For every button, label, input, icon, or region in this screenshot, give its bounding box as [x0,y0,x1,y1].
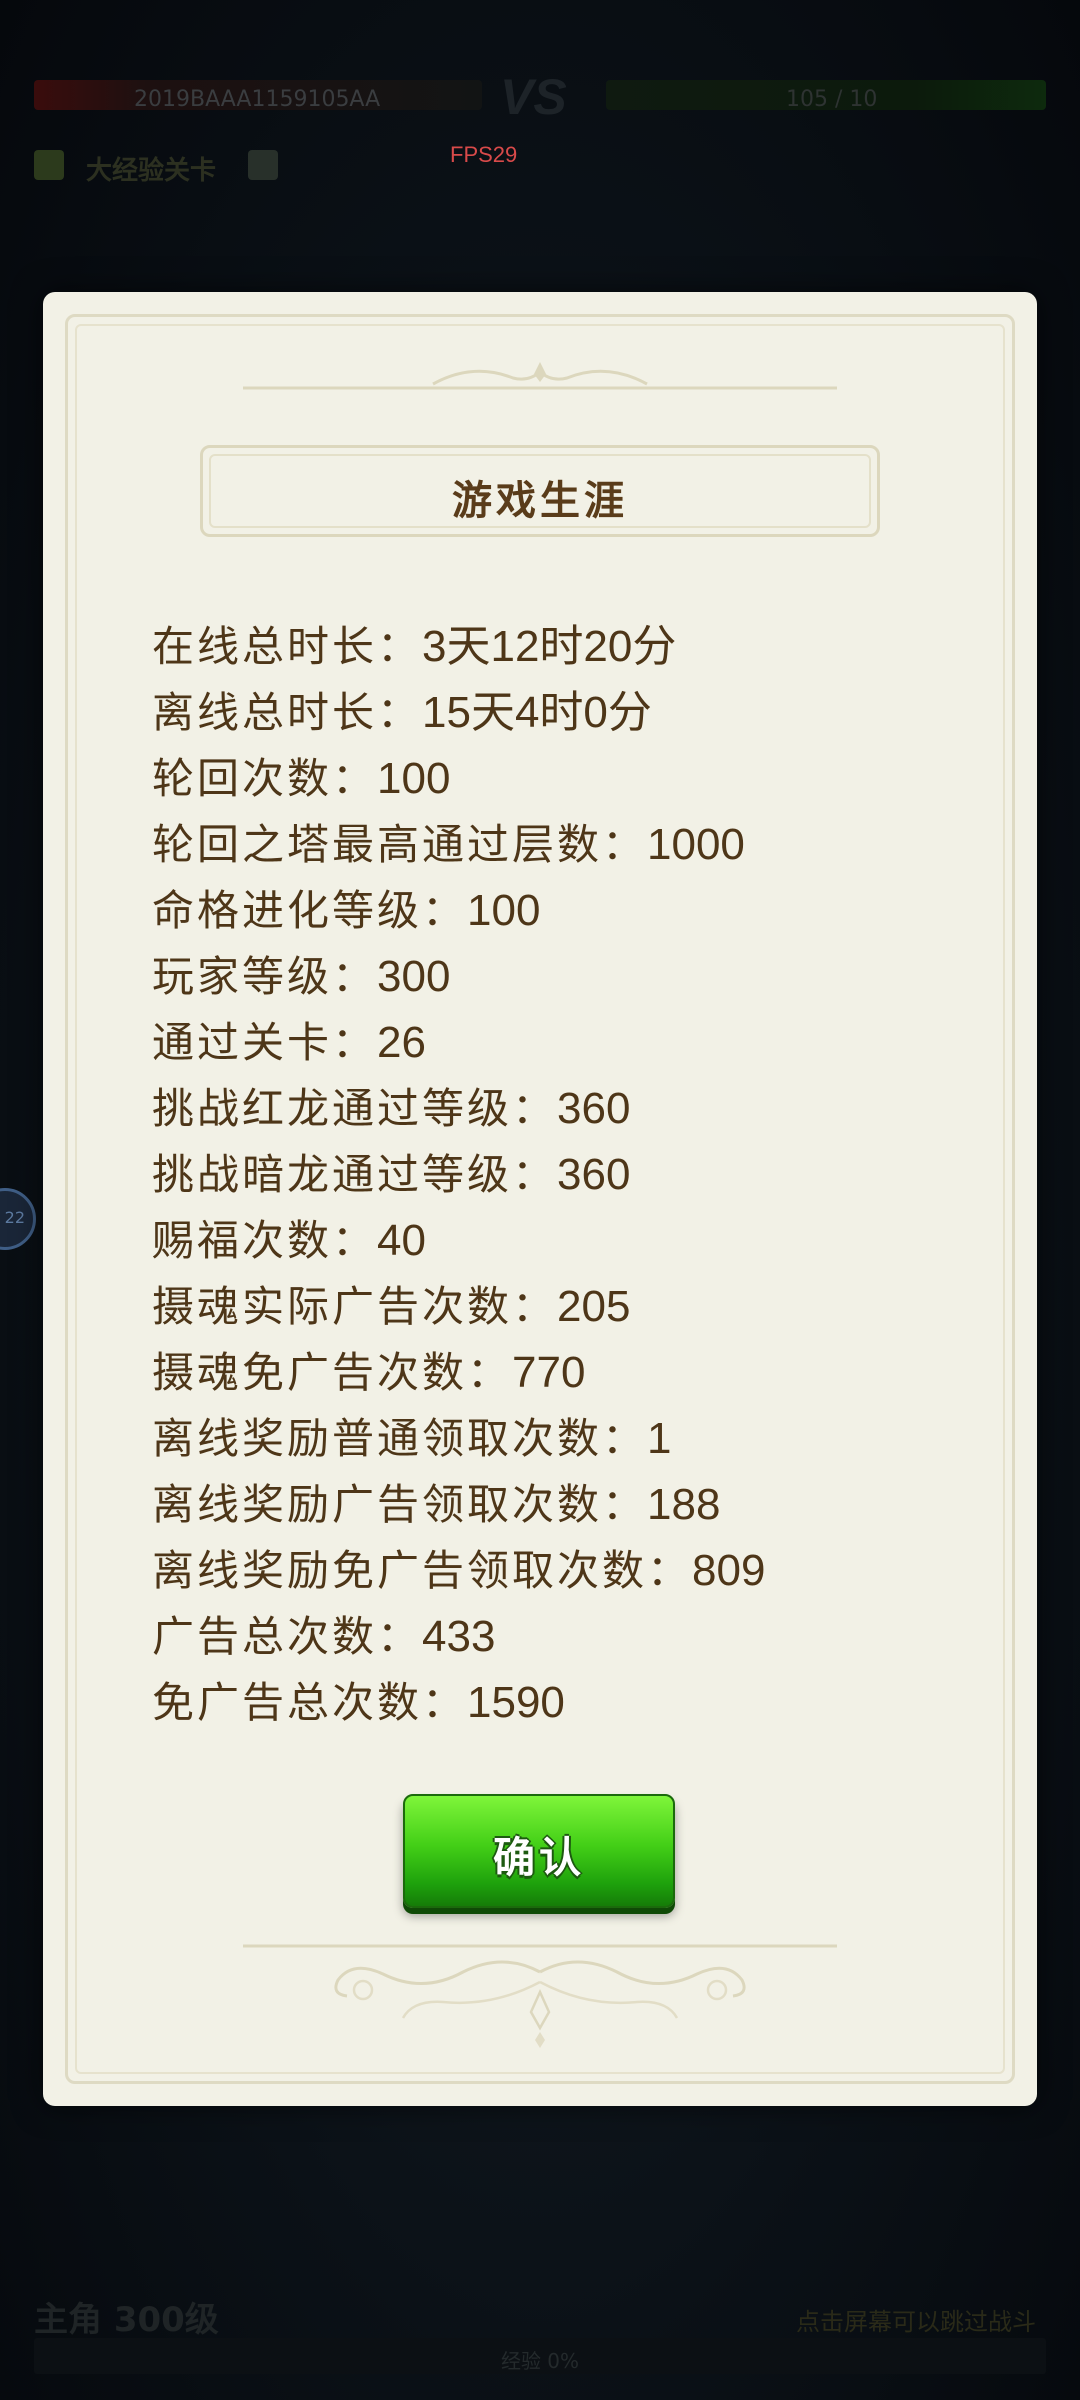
stat-offline-ad-claims: 离线奖励广告领取次数：188 [152,1472,765,1538]
stat-total-ad-free: 免广告总次数：1590 [152,1670,765,1736]
stat-soul-ad-free-count: 摄魂免广告次数：770 [152,1340,765,1406]
stat-value: 360 [557,1084,631,1133]
stat-label: 挑战红龙通过等级： [152,1084,558,1133]
stat-value: 1 [647,1414,672,1463]
stat-offline-normal-claims: 离线奖励普通领取次数：1 [152,1406,765,1472]
fps-counter: FPS29 [450,142,518,167]
stat-label: 在线总时长： [152,622,423,671]
stage-info-icon [248,150,278,180]
stat-label: 赐福次数： [152,1216,378,1265]
exp-bar: 经验 0% [34,2338,1046,2374]
stat-label: 广告总次数： [152,1612,423,1661]
stat-label: 离线奖励广告领取次数： [152,1480,648,1529]
battle-top-bar: 2019BAAA1159105AA VS 105 / 10 [34,69,1046,125]
stat-value: 809 [692,1546,766,1595]
stat-label: 轮回之塔最高通过层数： [152,820,648,869]
stat-tower-max-floor: 轮回之塔最高通过层数：1000 [152,812,765,878]
stats-list: 在线总时长：3天12时20分 离线总时长：15天4时0分 轮回次数：100 轮回… [152,614,765,1736]
stat-label: 挑战暗龙通过等级： [152,1150,558,1199]
career-dialog: 游戏生涯 在线总时长：3天12时20分 离线总时长：15天4时0分 轮回次数：1… [43,292,1037,2106]
stat-value: 1000 [647,820,745,869]
stat-value: 1590 [467,1678,565,1727]
side-badge-number: 22 [4,1208,25,1227]
side-badge: 22 [0,1188,36,1250]
title-box: 游戏生涯 [200,445,880,537]
stat-value: 433 [422,1612,496,1661]
stat-label: 摄魂实际广告次数： [152,1282,558,1331]
stat-offline-time: 离线总时长：15天4时0分 [152,680,765,746]
stat-value: 360 [557,1150,631,1199]
stage-label: 大经验关卡 [86,156,217,186]
vs-label: VS [500,69,567,125]
confirm-button[interactable]: 确认 [403,1794,675,1908]
stat-label: 离线奖励普通领取次数： [152,1414,648,1463]
stat-online-time: 在线总时长：3天12时20分 [152,614,765,680]
stat-value: 205 [557,1282,631,1331]
opponent-hp-text: 105 / 10 [786,87,878,112]
stat-label: 轮回次数： [152,754,378,803]
stat-total-ads: 广告总次数：433 [152,1604,765,1670]
player-hp-bar: 2019BAAA1159105AA [34,80,482,112]
exp-bar-text: 经验 0% [500,2349,580,2373]
stat-value: 100 [467,886,541,935]
stat-stages-cleared: 通过关卡：26 [152,1010,765,1076]
stat-reincarnation-count: 轮回次数：100 [152,746,765,812]
stat-label: 通过关卡： [152,1018,378,1067]
stat-value: 40 [377,1216,426,1265]
stat-value: 3天12时20分 [422,622,677,671]
confirm-button-label: 确认 [492,1833,585,1882]
opponent-hp-bar: 105 / 10 [606,80,1046,112]
hero-level-text: 主角 300级 [34,2300,219,2340]
stat-label: 免广告总次数： [152,1678,468,1727]
skip-hint-text: 点击屏幕可以跳过战斗 [796,2308,1036,2336]
stat-fate-evolution-level: 命格进化等级：100 [152,878,765,944]
stat-value: 15天4时0分 [422,688,652,737]
stat-label: 摄魂免广告次数： [152,1348,513,1397]
stat-value: 770 [512,1348,586,1397]
stat-label: 玩家等级： [152,952,378,1001]
bottom-ornament-icon [243,1944,837,2048]
stage-icon [34,150,64,180]
stat-label: 离线总时长： [152,688,423,737]
stat-offline-ad-free-claims: 离线奖励免广告领取次数：809 [152,1538,765,1604]
stat-dark-dragon-level: 挑战暗龙通过等级：360 [152,1142,765,1208]
stat-blessing-count: 赐福次数：40 [152,1208,765,1274]
stat-label: 命格进化等级： [152,886,468,935]
stat-player-level: 玩家等级：300 [152,944,765,1010]
stat-value: 100 [377,754,451,803]
stat-label: 离线奖励免广告领取次数： [152,1546,693,1595]
stat-value: 188 [647,1480,721,1529]
player-name: 2019BAAA1159105AA [134,87,381,112]
stat-soul-ad-count: 摄魂实际广告次数：205 [152,1274,765,1340]
stat-value: 26 [377,1018,426,1067]
dialog-title: 游戏生涯 [452,478,628,524]
stat-value: 300 [377,952,451,1001]
top-ornament-icon [243,362,837,390]
stat-red-dragon-level: 挑战红龙通过等级：360 [152,1076,765,1142]
